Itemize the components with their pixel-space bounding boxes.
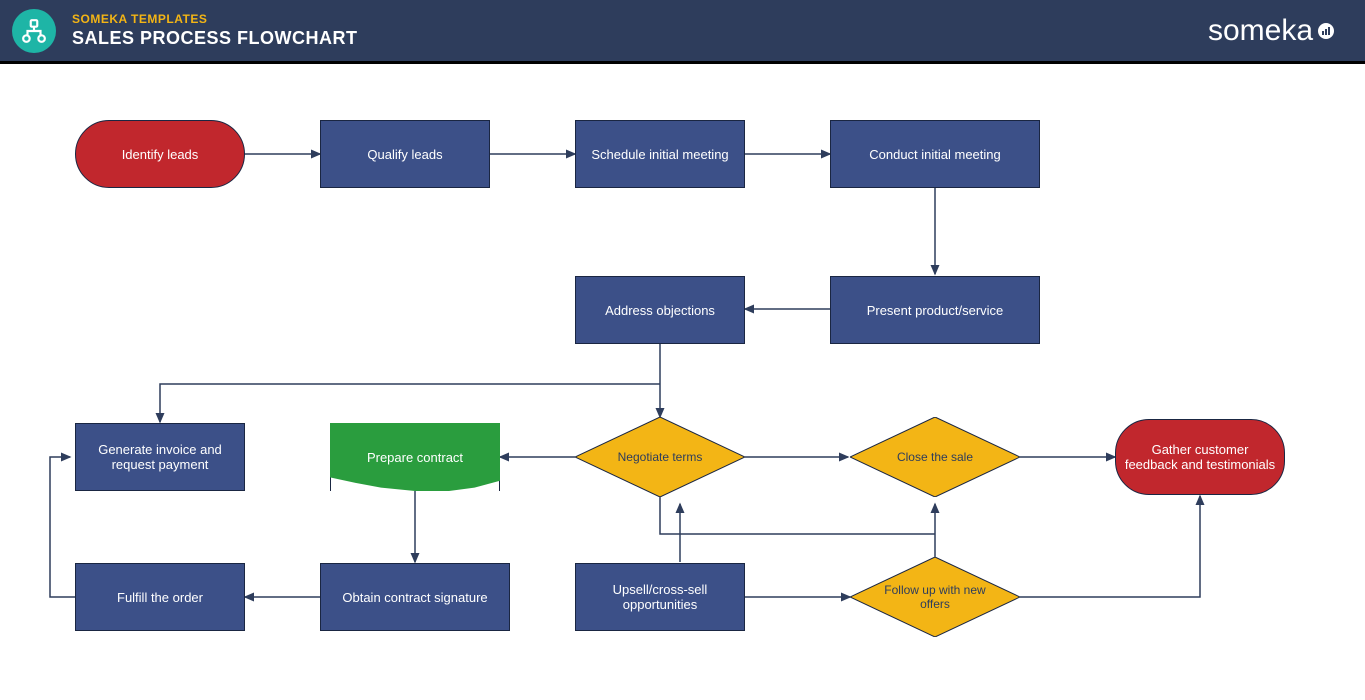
node-label: Follow up with new offers <box>875 583 995 611</box>
node-label: Obtain contract signature <box>342 590 487 605</box>
brand-name: someka <box>1208 14 1313 48</box>
flowchart-canvas: Identify leads Qualify leads Schedule in… <box>0 64 1365 700</box>
node-qualify-leads: Qualify leads <box>320 120 490 188</box>
app-logo-icon <box>12 9 56 53</box>
node-label: Address objections <box>605 303 715 318</box>
node-label: Upsell/cross-sell opportunities <box>584 582 736 612</box>
node-gather-feedback: Gather customer feedback and testimonial… <box>1115 419 1285 495</box>
node-obtain-signature: Obtain contract signature <box>320 563 510 631</box>
node-fulfill-order: Fulfill the order <box>75 563 245 631</box>
node-close-sale: Close the sale <box>875 422 995 492</box>
node-label: Generate invoice and request payment <box>84 442 236 472</box>
node-label: Negotiate terms <box>618 450 703 464</box>
node-present-product: Present product/service <box>830 276 1040 344</box>
node-label: Identify leads <box>122 147 199 162</box>
node-label: Qualify leads <box>367 147 442 162</box>
header-text: SOMEKA TEMPLATES SALES PROCESS FLOWCHART <box>72 12 358 49</box>
node-prepare-contract: Prepare contract <box>330 423 500 491</box>
node-label: Schedule initial meeting <box>591 147 728 162</box>
node-generate-invoice: Generate invoice and request payment <box>75 423 245 491</box>
node-follow-up: Follow up with new offers <box>875 562 995 632</box>
app-header: SOMEKA TEMPLATES SALES PROCESS FLOWCHART… <box>0 0 1365 64</box>
brand-logo: someka <box>1208 14 1335 48</box>
node-label: Conduct initial meeting <box>869 147 1001 162</box>
node-label: Gather customer feedback and testimonial… <box>1124 442 1276 472</box>
node-upsell: Upsell/cross-sell opportunities <box>575 563 745 631</box>
node-label: Fulfill the order <box>117 590 203 605</box>
page-title: SALES PROCESS FLOWCHART <box>72 28 358 49</box>
node-label: Close the sale <box>897 450 973 464</box>
node-negotiate-terms: Negotiate terms <box>600 422 720 492</box>
brand-label: SOMEKA TEMPLATES <box>72 12 358 26</box>
node-schedule-meeting: Schedule initial meeting <box>575 120 745 188</box>
node-label: Prepare contract <box>367 450 463 465</box>
brand-logo-icon <box>1317 14 1335 48</box>
node-label: Present product/service <box>867 303 1004 318</box>
node-identify-leads: Identify leads <box>75 120 245 188</box>
node-conduct-meeting: Conduct initial meeting <box>830 120 1040 188</box>
node-address-objections: Address objections <box>575 276 745 344</box>
